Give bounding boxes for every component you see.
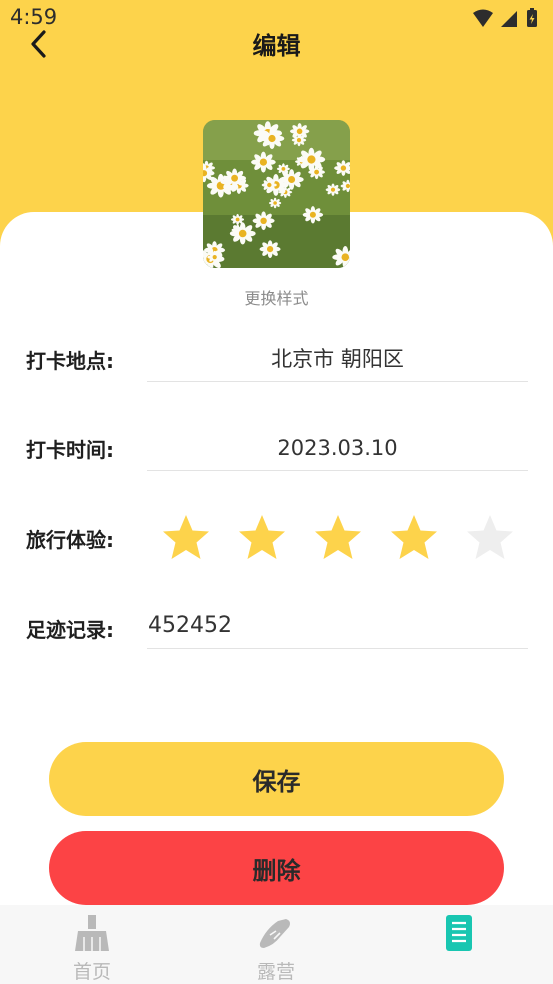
time-label: 打卡时间: xyxy=(26,438,114,462)
battery-icon xyxy=(527,8,537,27)
time-field[interactable]: 2023.03.10 xyxy=(147,425,528,471)
star-icon[interactable] xyxy=(312,512,364,564)
notes-input[interactable] xyxy=(147,603,528,649)
signal-icon xyxy=(501,11,517,27)
delete-button[interactable]: 删除 xyxy=(49,831,504,905)
wifi-icon xyxy=(473,9,493,27)
tab-bar: 首页 露营 xyxy=(0,905,553,984)
tab-records[interactable] xyxy=(368,905,552,984)
notes-icon xyxy=(446,915,472,951)
broom-icon xyxy=(75,915,109,951)
star-icon[interactable] xyxy=(388,512,440,564)
star-icon[interactable] xyxy=(464,512,516,564)
shoe-icon xyxy=(259,919,290,948)
page-title: 编辑 xyxy=(252,32,301,60)
tab-home[interactable]: 首页 xyxy=(0,905,184,984)
location-field[interactable]: 北京市 朝阳区 xyxy=(147,336,528,382)
cover-photo[interactable] xyxy=(203,120,350,268)
change-style-link[interactable]: 更换样式 xyxy=(0,285,553,309)
tab-home-label: 首页 xyxy=(72,961,111,983)
tab-camping[interactable]: 露营 xyxy=(184,905,368,984)
location-label: 打卡地点: xyxy=(26,349,114,373)
rating-label: 旅行体验: xyxy=(26,528,114,552)
save-button[interactable]: 保存 xyxy=(49,742,504,816)
daisy-photo-image xyxy=(203,120,350,268)
notes-label: 足迹记录: xyxy=(26,618,114,642)
tab-camping-label: 露营 xyxy=(256,961,295,983)
star-icon[interactable] xyxy=(160,512,212,564)
star-icon[interactable] xyxy=(236,512,288,564)
rating-stars[interactable] xyxy=(160,512,520,564)
